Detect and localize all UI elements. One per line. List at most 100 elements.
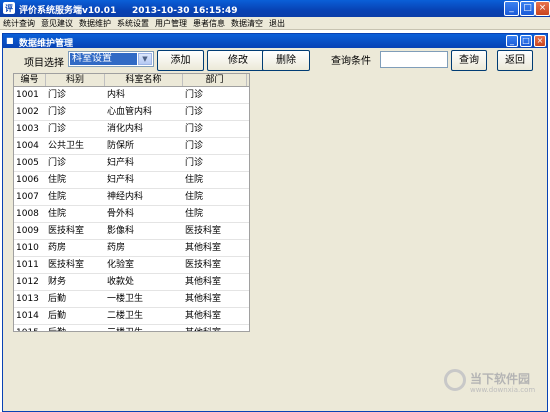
watermark: 当下软件园 www.downxia.com [444, 367, 548, 397]
cell-division: 其他科室 [185, 277, 222, 287]
cell-division: 医技科室 [185, 226, 222, 236]
cell-division: 住院 [185, 192, 204, 202]
cell-id: 1009 [16, 226, 39, 236]
table-row[interactable]: 1007 住院 神经内科 住院 [14, 189, 249, 206]
cell-category: 门诊 [48, 107, 67, 117]
cell-division: 门诊 [185, 124, 204, 134]
cell-division: 门诊 [185, 107, 204, 117]
cell-id: 1015 [14, 325, 46, 331]
back-button[interactable]: 返回 [497, 50, 533, 71]
cell-department-name: 三楼卫生 [105, 325, 183, 331]
menu-item-system-settings[interactable]: 系统设置 [114, 17, 152, 29]
cell-department-name: 影像科 [107, 226, 135, 236]
cell-category: 医技科室 [48, 260, 85, 270]
project-select-value: 科室设置 [70, 53, 137, 65]
cell-category: 公共卫生 [48, 141, 85, 151]
table-row[interactable]: 1009 医技科室 影像科 医技科室 [14, 223, 249, 240]
cell-category: 住院 [48, 175, 67, 185]
menu-item-clear-data[interactable]: 数据清空 [228, 17, 266, 29]
window-title: 评价系统服务端v10.01 2013-10-30 16:15:49 [19, 6, 238, 16]
cell-id: 1004 [16, 141, 39, 151]
cell-division: 门诊 [185, 141, 204, 151]
menu-item-stats-query[interactable]: 统计查询 [0, 17, 38, 29]
menu-bar: 统计查询 意见建议 数据维护 系统设置 用户管理 患者信息 数据清空 退出 [0, 17, 550, 30]
add-button[interactable]: 添加 [157, 50, 204, 71]
menu-item-patient-info[interactable]: 患者信息 [190, 17, 228, 29]
table-row[interactable]: 1006 住院 妇产科 住院 [14, 172, 249, 189]
menu-item-suggestions[interactable]: 意见建议 [38, 17, 76, 29]
table-row[interactable]: 1012 财务 收款处 其他科室 [14, 274, 249, 291]
cell-department-name: 药房 [107, 243, 126, 253]
minimize-button[interactable]: _ [504, 1, 519, 16]
cell-category: 后勤 [46, 325, 105, 331]
grid-header: 编号 科别 科室名称 部门 [14, 74, 249, 87]
cell-division: 其他科室 [183, 325, 247, 331]
cell-id: 1012 [16, 277, 39, 287]
table-row[interactable]: 1015后勤三楼卫生其他科室 [14, 325, 249, 331]
cell-department-name: 化验室 [107, 260, 135, 270]
watermark-logo-icon [444, 369, 466, 391]
cell-division: 门诊 [185, 90, 204, 100]
watermark-url: www.downxia.com [470, 386, 536, 394]
cell-category: 财务 [48, 277, 67, 287]
cell-division: 医技科室 [185, 260, 222, 270]
grid-body: 1001 门诊 内科 门诊 1002 门诊 心血管内科 门诊 1003 门诊 消化内科 门诊 1004 公… [14, 87, 249, 331]
table-row[interactable]: 1002 门诊 心血管内科 门诊 [14, 104, 249, 121]
child-close-button[interactable]: × [534, 35, 546, 47]
maximize-button[interactable]: □ [520, 1, 535, 16]
table-row[interactable]: 1008 住院 骨外科 住院 [14, 206, 249, 223]
table-row[interactable]: 1004 公共卫生 防保所 门诊 [14, 138, 249, 155]
project-select-label: 项目选择 [24, 58, 64, 69]
delete-button[interactable]: 删除 [262, 50, 310, 71]
table-row[interactable]: 1013 后勤 一楼卫生 其他科室 [14, 291, 249, 308]
cell-id: 1014 [16, 311, 39, 321]
table-row[interactable]: 1011 医技科室 化验室 医技科室 [14, 257, 249, 274]
data-grid[interactable]: 编号 科别 科室名称 部门 1001 门诊 内科 门诊 1002 门诊 心血管内科 门诊 100… [13, 73, 250, 332]
chevron-down-icon[interactable]: ▼ [138, 53, 152, 65]
cell-id: 1006 [16, 175, 39, 185]
table-row[interactable]: 1001 门诊 内科 门诊 [14, 87, 249, 104]
cell-department-name: 骨外科 [107, 209, 135, 219]
cell-id: 1005 [16, 158, 39, 168]
cell-id: 1001 [16, 90, 39, 100]
cell-department-name: 一楼卫生 [107, 294, 144, 304]
table-row[interactable]: 1003 门诊 消化内科 门诊 [14, 121, 249, 138]
table-row[interactable]: 1014 后勤 二楼卫生 其他科室 [14, 308, 249, 325]
cell-department-name: 防保所 [107, 141, 135, 151]
cell-category: 门诊 [48, 90, 67, 100]
cell-department-name: 二楼卫生 [107, 311, 144, 321]
cell-category: 门诊 [48, 158, 67, 168]
cell-category: 门诊 [48, 124, 67, 134]
cell-division: 其他科室 [185, 294, 222, 304]
cell-category: 药房 [48, 243, 67, 253]
cell-id: 1013 [16, 294, 39, 304]
project-select[interactable]: 科室设置 ▼ [68, 51, 154, 67]
cell-category: 后勤 [48, 311, 67, 321]
close-button[interactable]: × [535, 1, 550, 16]
watermark-text: 当下软件园 [470, 372, 531, 386]
table-row[interactable]: 1010 药房 药房 其他科室 [14, 240, 249, 257]
edit-button[interactable]: 修改 [207, 50, 269, 71]
column-header-department-name[interactable]: 科室名称 [105, 74, 183, 86]
cell-id: 1011 [16, 260, 39, 270]
menu-item-data-maintenance[interactable]: 数据维护 [76, 17, 114, 29]
app-icon: 评 [3, 2, 15, 14]
menu-item-user-management[interactable]: 用户管理 [152, 17, 190, 29]
column-header-id[interactable]: 编号 [14, 74, 46, 86]
query-button[interactable]: 查询 [451, 50, 487, 71]
menu-item-exit[interactable]: 退出 [266, 17, 288, 29]
cell-department-name: 心血管内科 [107, 107, 153, 117]
query-input[interactable] [380, 51, 448, 68]
child-minimize-button[interactable]: _ [506, 35, 518, 47]
cell-division: 住院 [185, 175, 204, 185]
child-maximize-button[interactable]: □ [520, 35, 532, 47]
column-header-division[interactable]: 部门 [183, 74, 247, 86]
column-header-category[interactable]: 科别 [46, 74, 105, 86]
cell-division: 门诊 [185, 158, 204, 168]
cell-id: 1003 [16, 124, 39, 134]
cell-department-name: 收款处 [107, 277, 135, 287]
window-titlebar: 评 评价系统服务端v10.01 2013-10-30 16:15:49 _ □ … [0, 0, 550, 17]
table-row[interactable]: 1005 门诊 妇产科 门诊 [14, 155, 249, 172]
child-window-titlebar: ■ 数据维护管理 _ □ × [3, 34, 547, 49]
cell-id: 1010 [16, 243, 39, 253]
